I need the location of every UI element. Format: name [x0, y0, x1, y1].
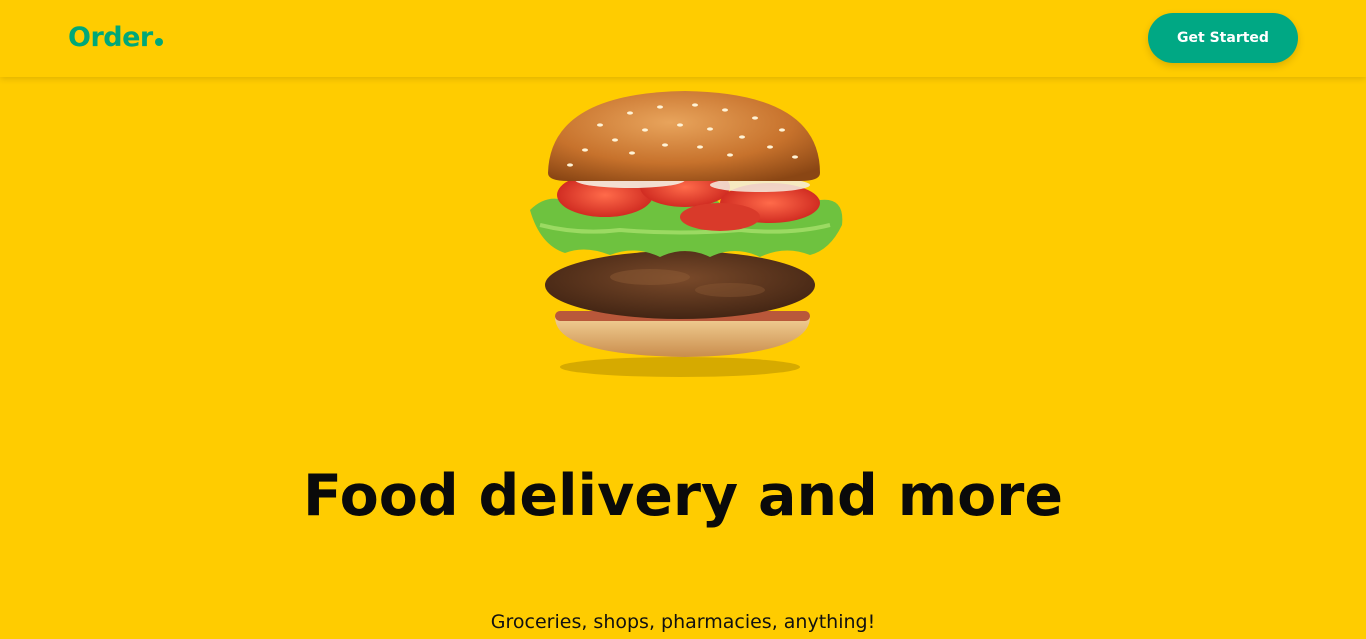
logo[interactable]: Order — [68, 20, 163, 56]
logo-dot — [154, 38, 163, 46]
top-navbar: Order Get Started — [0, 0, 1366, 77]
burger-image — [520, 85, 850, 385]
hero-subline: Groceries, shops, pharmacies, anything! — [490, 611, 876, 633]
hero-headline: Food delivery and more — [302, 463, 1064, 529]
logo-text: Order — [68, 22, 153, 53]
get-started-button[interactable]: Get Started — [1148, 13, 1298, 63]
